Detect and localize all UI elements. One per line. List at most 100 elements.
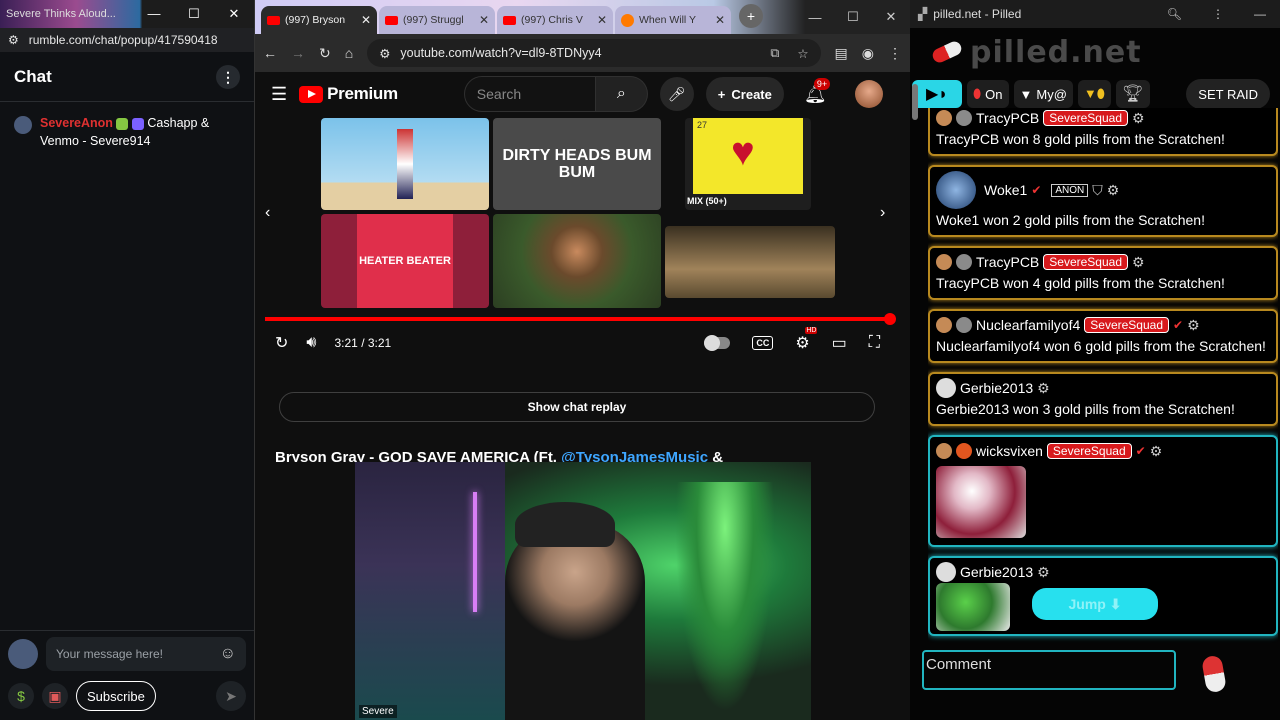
endscreen-thumb-heater[interactable]: HEATER BEATER bbox=[321, 214, 489, 308]
subtitles-button[interactable]: CC bbox=[752, 336, 774, 350]
minimize-button[interactable]: — bbox=[1254, 7, 1266, 21]
zoom-icon[interactable]: 🔍︎ bbox=[1167, 7, 1182, 21]
site-info-icon[interactable]: ⚙ bbox=[379, 46, 390, 61]
tip-dollar-button[interactable]: $ bbox=[8, 683, 34, 709]
feed-card[interactable]: TracyPCB SevereSquad ⚙ TracyPCB won 4 gold… bbox=[928, 246, 1278, 300]
open-in-app-icon[interactable]: ⧉ bbox=[770, 46, 779, 61]
jump-to-latest-button[interactable]: Jump ⬇ bbox=[1032, 588, 1158, 620]
card-username[interactable]: Woke1 bbox=[984, 182, 1027, 198]
endscreen-thumb-guitar[interactable] bbox=[493, 214, 661, 308]
search-input[interactable]: Search bbox=[463, 76, 596, 112]
video-player[interactable]: ‹ › DIRTY HEADS BUM BUM 27 ♥ MIX (50+) H… bbox=[255, 116, 910, 372]
feed-card[interactable]: Gerbie2013 ⚙ Jump ⬇ bbox=[928, 556, 1278, 636]
profile-avatar-icon[interactable]: ◉ bbox=[862, 45, 874, 62]
endscreen-thumb-dirty-heads[interactable]: DIRTY HEADS BUM BUM bbox=[493, 118, 661, 210]
bookmark-star-icon[interactable]: ☆ bbox=[797, 46, 808, 61]
gear-icon[interactable]: ⚙ bbox=[1037, 380, 1050, 397]
send-icon[interactable]: ➤ bbox=[216, 681, 246, 711]
microphone-icon[interactable]: 🎤︎ bbox=[659, 77, 694, 111]
posted-image-frog[interactable] bbox=[936, 583, 1010, 631]
pill-filter[interactable]: ▼⬮ bbox=[1077, 80, 1111, 108]
tab-when-will[interactable]: When Will Y ✕ bbox=[615, 6, 731, 34]
card-username[interactable]: Nuclearfamilyof4 bbox=[976, 317, 1080, 333]
browser-menu-icon[interactable]: ⋮ bbox=[888, 45, 902, 62]
tab-bryson[interactable]: (997) Bryson ✕ bbox=[261, 6, 377, 34]
trophy-button[interactable]: 🏆︎ bbox=[1115, 80, 1150, 108]
menu-icon[interactable]: ⋮ bbox=[1212, 7, 1224, 21]
scrubber-handle[interactable] bbox=[884, 313, 896, 325]
close-tab-icon[interactable]: ✕ bbox=[479, 13, 489, 27]
notifications-bell-icon[interactable]: 🔔︎ 9+ bbox=[804, 77, 831, 105]
prev-arrow-icon[interactable]: ‹ bbox=[265, 204, 270, 222]
search-button[interactable]: ⌕ bbox=[595, 76, 648, 112]
next-arrow-icon[interactable]: › bbox=[880, 204, 885, 222]
reading-mode-icon[interactable]: ▤ bbox=[835, 45, 848, 62]
posted-image-flag-heart[interactable] bbox=[936, 466, 1026, 538]
youtube-premium-logo[interactable]: Premium bbox=[299, 84, 398, 104]
video-title-link[interactable]: @TysonJamesMusic bbox=[561, 449, 708, 462]
emoji-icon[interactable]: ☺ bbox=[220, 645, 236, 663]
account-avatar[interactable] bbox=[854, 80, 883, 108]
forward-icon[interactable]: → bbox=[291, 45, 305, 61]
close-tab-icon[interactable]: ✕ bbox=[597, 13, 607, 27]
settings-gear-icon[interactable]: ⚙ HD bbox=[795, 327, 818, 353]
new-tab-button[interactable]: + bbox=[739, 4, 763, 28]
endscreen-thumb-flag[interactable] bbox=[321, 118, 489, 210]
card-username[interactable]: TracyPCB bbox=[976, 110, 1039, 126]
live-chat-toggle[interactable]: ▶◗ bbox=[912, 80, 962, 108]
maximize-button[interactable]: ☐ bbox=[174, 6, 214, 22]
on-toggle[interactable]: ⬮ On bbox=[967, 80, 1009, 108]
gear-icon[interactable]: ⚙ bbox=[1132, 110, 1145, 127]
close-button[interactable]: ✕ bbox=[214, 6, 254, 22]
set-raid-button[interactable]: SET RAID bbox=[1186, 79, 1270, 109]
endscreen-thumb-mix[interactable]: 27 ♥ MIX (50+) bbox=[685, 118, 811, 210]
mentions-filter[interactable]: ▼ My@ bbox=[1013, 80, 1073, 108]
card-username[interactable]: wicksvixen bbox=[976, 443, 1043, 459]
progress-bar[interactable] bbox=[265, 313, 896, 325]
tab-struggle[interactable]: (997) Struggl ✕ bbox=[379, 6, 495, 34]
comment-input[interactable]: Comment bbox=[922, 650, 1176, 690]
card-username[interactable]: Gerbie2013 bbox=[960, 380, 1033, 396]
send-pill-icon[interactable] bbox=[1201, 654, 1227, 694]
feed-card[interactable]: Nuclearfamilyof4 SevereSquad ✔ ⚙ Nuclearfam… bbox=[928, 309, 1278, 363]
replay-icon[interactable]: ↻ bbox=[275, 333, 288, 353]
show-chat-replay-button[interactable]: Show chat replay bbox=[279, 392, 875, 422]
gear-icon[interactable]: ⚙ bbox=[1150, 443, 1163, 460]
gear-icon[interactable]: ⚙ bbox=[1037, 564, 1050, 581]
gear-icon[interactable]: ⚙ bbox=[1107, 182, 1120, 199]
feed-card[interactable]: TracyPCB SevereSquad ⚙ TracyPCB won 8 gold… bbox=[928, 108, 1278, 156]
feed-card[interactable]: Gerbie2013 ⚙ Gerbie2013 won 3 gold pills … bbox=[928, 372, 1278, 426]
card-username[interactable]: TracyPCB bbox=[976, 254, 1039, 270]
minimize-button[interactable]: — bbox=[796, 10, 834, 25]
gear-icon[interactable]: ⚙ bbox=[1187, 317, 1200, 334]
volume-icon[interactable]: 🔊︎ bbox=[306, 334, 316, 352]
more-options-icon[interactable]: ⋮ bbox=[216, 64, 240, 89]
feed-card[interactable]: wicksvixen SevereSquad ✔ ⚙ bbox=[928, 435, 1278, 547]
close-tab-icon[interactable]: ✕ bbox=[361, 13, 371, 27]
omnibox[interactable]: ⚙ youtube.com/watch?v=dl9-8TDNyy4 ⧉ ☆ bbox=[367, 39, 821, 67]
maximize-button[interactable]: ☐ bbox=[834, 9, 872, 25]
reload-icon[interactable]: ↻ bbox=[319, 45, 331, 62]
minimize-button[interactable]: — bbox=[134, 6, 174, 22]
message-username[interactable]: SevereAnon bbox=[40, 116, 113, 130]
feed-card[interactable]: Woke1 ✔ ANON ⛉ ⚙ Woke1 won 2 gold pills from… bbox=[928, 165, 1278, 237]
theater-mode-icon[interactable]: ▭ bbox=[832, 333, 847, 353]
close-tab-icon[interactable]: ✕ bbox=[715, 13, 725, 27]
tab-chris[interactable]: (997) Chris V ✕ bbox=[497, 6, 613, 34]
endscreen-thumb-police[interactable] bbox=[665, 226, 835, 298]
gift-icon[interactable]: ▣ bbox=[42, 683, 68, 709]
home-icon[interactable]: ⌂ bbox=[345, 45, 353, 61]
subscribe-button[interactable]: Subscribe bbox=[76, 681, 156, 711]
autoplay-toggle[interactable] bbox=[704, 335, 731, 351]
gear-icon[interactable]: ⚙ bbox=[1132, 254, 1145, 271]
close-button[interactable]: ✕ bbox=[872, 9, 910, 25]
card-username[interactable]: Gerbie2013 bbox=[960, 564, 1033, 580]
site-settings-icon[interactable]: ⚙ bbox=[8, 33, 19, 47]
fullscreen-icon[interactable]: ⛶ bbox=[869, 334, 880, 352]
create-button[interactable]: + Create bbox=[705, 77, 784, 111]
message-input[interactable]: Your message here! ☺ bbox=[46, 637, 246, 671]
hamburger-menu-icon[interactable]: ☰ bbox=[271, 84, 287, 105]
back-icon[interactable]: ← bbox=[263, 45, 277, 61]
chat-scrollbar[interactable] bbox=[912, 84, 918, 120]
pilled-logo[interactable]: pilled.net bbox=[910, 28, 1280, 76]
